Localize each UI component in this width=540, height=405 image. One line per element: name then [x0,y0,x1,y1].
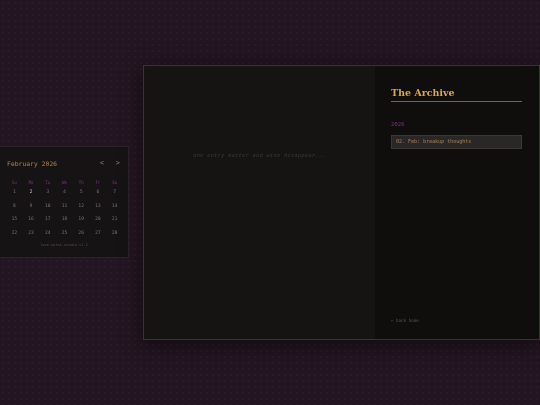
weekday-label: Sa [112,180,118,185]
calendar-month-label: February 2026 [7,160,58,168]
calendar-day-today[interactable]: 2 [23,186,40,200]
content-pane: one entry matter and wine disappear... [144,66,376,339]
back-home-link[interactable]: ← back home [391,318,419,323]
archive-entry[interactable]: 02. Feb: breakup thoughts [391,135,522,149]
calendar-day[interactable]: 28 [106,227,123,241]
calendar-day[interactable]: 1 [6,186,23,200]
calendar-day[interactable]: 26 [73,227,90,241]
calendar-day[interactable]: 9 [23,200,40,214]
chevron-right-icon[interactable]: > [116,159,120,167]
calendar-day[interactable]: 17 [39,213,56,227]
calendar-header: February 2026 < > [7,159,121,172]
calendar-day[interactable]: 8 [6,200,23,214]
weekday-label: Tu [45,180,51,185]
calendar-day[interactable]: 16 [23,213,40,227]
calendar-day[interactable]: 23 [23,227,40,241]
calendar-day[interactable]: 27 [90,227,107,241]
year-heading: 2026 [391,122,405,128]
calendar-days-grid: 1 2 3 4 5 6 7 8 9 10 11 12 13 14 15 16 17 18 19 20 21 22 23 24 2… [6,186,123,240]
weekday-label: Th [78,180,84,185]
calendar-day[interactable]: 5 [73,186,90,200]
title-divider [391,101,522,102]
archive-title: The Archive [391,88,455,99]
calendar-day[interactable]: 19 [73,213,90,227]
calendar-day[interactable]: 13 [90,200,107,214]
calendar-widget: February 2026 < > Su Mo Tu We Th Fr Sa 1… [0,146,129,258]
calendar-day[interactable]: 3 [39,186,56,200]
calendar-day[interactable]: 15 [6,213,23,227]
chevron-left-icon[interactable]: < [100,159,104,167]
weekday-label: Su [11,180,17,185]
calendar-day[interactable]: 22 [6,227,23,241]
weekday-label: We [62,180,67,185]
calendar-day[interactable]: 6 [90,186,107,200]
calendar-day[interactable]: 12 [73,200,90,214]
calendar-day[interactable]: 11 [56,200,73,214]
calendar-day[interactable]: 21 [106,213,123,227]
calendar-day[interactable]: 25 [56,227,73,241]
calendar-day[interactable]: 10 [39,200,56,214]
archive-window: one entry matter and wine disappear... T… [143,65,540,340]
calendar-day[interactable]: 18 [56,213,73,227]
calendar-day[interactable]: 4 [56,186,73,200]
calendar-weekday-row: Su Mo Tu We Th Fr Sa [6,180,123,185]
archive-sidebar: The Archive 2026 02. Feb: breakup though… [375,66,539,339]
calendar-day[interactable]: 24 [39,227,56,241]
calendar-day[interactable]: 14 [106,200,123,214]
calendar-day[interactable]: 7 [106,186,123,200]
placeholder-quote: one entry matter and wine disappear... [193,153,326,159]
weekday-label: Fr [95,180,101,185]
calendar-footer: love-notes-studio v1.2 [40,243,88,247]
calendar-day[interactable]: 20 [90,213,107,227]
weekday-label: Mo [28,180,34,185]
